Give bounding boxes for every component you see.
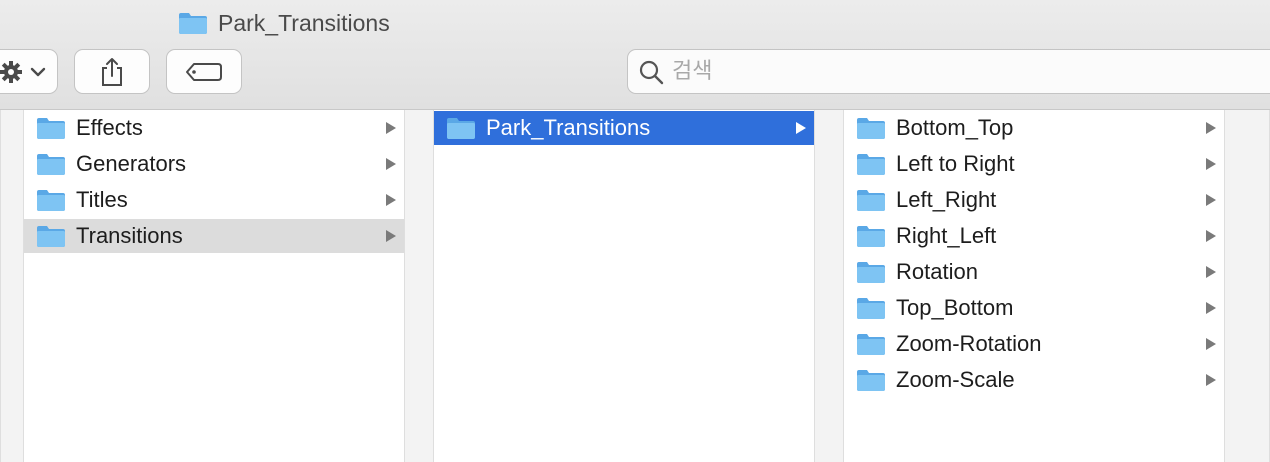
folder-icon (36, 116, 66, 140)
folder-label: Effects (76, 115, 143, 140)
folder-label: Zoom-Rotation (896, 331, 1042, 356)
chevron-down-icon (30, 67, 46, 76)
folder-icon (856, 188, 886, 212)
disclosure-arrow-icon (1206, 122, 1216, 134)
folder-icon (36, 188, 66, 212)
disclosure-arrow-icon (386, 158, 396, 170)
folder-icon (856, 332, 886, 356)
folder-row[interactable]: Right_Left (844, 219, 1224, 253)
window-title-text: Park_Transitions (218, 9, 390, 36)
folder-row[interactable]: Zoom-Scale (844, 363, 1224, 397)
folder-label: Transitions (76, 223, 183, 248)
folder-label: Left to Right (896, 151, 1015, 176)
disclosure-arrow-icon (386, 194, 396, 206)
tag-button[interactable] (166, 49, 242, 94)
folder-label: Top_Bottom (896, 295, 1014, 320)
folder-label: Rotation (896, 259, 978, 284)
folder-row[interactable]: Left to Right (844, 147, 1224, 181)
folder-icon (856, 296, 886, 320)
folder-icon (856, 224, 886, 248)
folder-icon (856, 152, 886, 176)
folder-icon (446, 116, 476, 140)
folder-icon (178, 11, 208, 35)
folder-icon (856, 260, 886, 284)
folder-label: Left_Right (896, 187, 997, 212)
disclosure-arrow-icon (1206, 158, 1216, 170)
browser-column-2: Park_Transitions (434, 110, 814, 462)
folder-icon (856, 368, 886, 392)
disclosure-arrow-icon (1206, 230, 1216, 242)
folder-label: Bottom_Top (896, 115, 1014, 140)
folder-label: Zoom-Scale (896, 367, 1015, 392)
disclosure-arrow-icon (386, 230, 396, 242)
folder-row[interactable]: Effects (24, 111, 404, 145)
column-divider[interactable] (814, 110, 844, 462)
action-menu-button[interactable] (0, 49, 58, 94)
folder-row[interactable]: Zoom-Rotation (844, 327, 1224, 361)
folder-row[interactable]: Titles (24, 183, 404, 217)
disclosure-arrow-icon (1206, 194, 1216, 206)
column-divider[interactable] (404, 110, 434, 462)
disclosure-arrow-icon (1206, 266, 1216, 278)
folder-row[interactable]: Left_Right (844, 183, 1224, 217)
folder-label: Park_Transitions (486, 115, 651, 140)
search-input[interactable] (672, 59, 1232, 84)
column-divider[interactable] (1224, 110, 1270, 462)
gear-icon (0, 60, 46, 83)
tag-icon (186, 62, 222, 81)
folder-icon (856, 116, 886, 140)
disclosure-arrow-icon (796, 122, 806, 134)
toolbar: Park_Transitions (0, 0, 1270, 110)
folder-row[interactable]: Rotation (844, 255, 1224, 289)
disclosure-arrow-icon (1206, 338, 1216, 350)
folder-label: Titles (76, 187, 128, 212)
folder-icon (36, 152, 66, 176)
search-field[interactable] (627, 49, 1270, 94)
folder-row[interactable]: Generators (24, 147, 404, 181)
folder-icon (36, 224, 66, 248)
folder-row[interactable]: Bottom_Top (844, 111, 1224, 145)
folder-label: Right_Left (896, 223, 997, 248)
folder-row[interactable]: Transitions (24, 219, 404, 253)
disclosure-arrow-icon (1206, 374, 1216, 386)
folder-label: Generators (76, 151, 187, 176)
share-icon (102, 57, 122, 86)
disclosure-arrow-icon (386, 122, 396, 134)
window-title: Park_Transitions (178, 9, 390, 37)
search-icon (639, 60, 664, 84)
browser-column-3: Bottom_Top Left to Right Left_Right Right_L… (844, 110, 1224, 462)
disclosure-arrow-icon (1206, 302, 1216, 314)
column-divider[interactable] (0, 110, 24, 462)
share-button[interactable] (74, 49, 150, 94)
browser-column-1: Effects Generators Titles Transitions (24, 110, 404, 462)
folder-row[interactable]: Top_Bottom (844, 291, 1224, 325)
folder-row[interactable]: Park_Transitions (434, 111, 814, 145)
